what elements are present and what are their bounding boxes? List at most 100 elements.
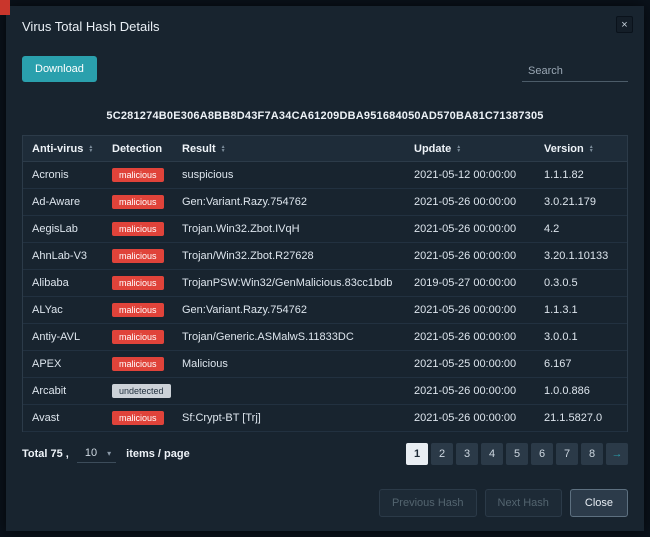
update-cell: 2021-05-25 00:00:00 — [405, 358, 535, 370]
version-cell: 1.0.0.886 — [535, 385, 627, 397]
table-row: APEXmaliciousMalicious2021-05-25 00:00:0… — [23, 351, 627, 378]
table-row: Antiy-AVL malicious Trojan/Generic.ASMalwS… — [23, 324, 627, 351]
version-cell: 1.1.3.1 — [535, 304, 627, 316]
sort-down-arrow: ▼ — [221, 149, 226, 153]
total-count-label: Total 75 , — [22, 448, 69, 460]
table-row: AlibabamaliciousTrojanPSW:Win32/GenMalic… — [23, 270, 627, 297]
table-footer: Total 75 , 10 ▾ items / page 12345678→ — [22, 443, 628, 465]
version-cell: 1.1.1.82 — [535, 169, 627, 181]
sort-icon[interactable]: ▲▼ — [88, 145, 93, 153]
detection-badge: malicious — [112, 330, 164, 344]
search-input[interactable] — [522, 61, 628, 82]
detection-badge: malicious — [112, 357, 164, 371]
download-button[interactable]: Download — [22, 56, 97, 82]
result-cell: Trojan/Win32.Zbot.R27628 — [173, 250, 405, 262]
page-button-6[interactable]: 6 — [531, 443, 553, 465]
modal-actions: Previous Hash Next Hash Close — [6, 489, 644, 531]
detection-cell: malicious — [103, 303, 173, 317]
update-cell: 2021-05-26 00:00:00 — [405, 250, 535, 262]
version-cell: 6.167 — [535, 358, 627, 370]
page-size-select[interactable]: 10 ▾ — [77, 445, 116, 463]
detection-badge: malicious — [112, 303, 164, 317]
antivirus-cell: Alibaba — [23, 277, 103, 289]
detection-badge: malicious — [112, 222, 164, 236]
virus-total-hash-details-modal: Virus Total Hash Details × Download 5C28… — [6, 6, 644, 531]
detection-badge: malicious — [112, 195, 164, 209]
version-cell: 4.2 — [535, 223, 627, 235]
update-cell: 2021-05-26 00:00:00 — [405, 412, 535, 424]
detection-badge: malicious — [112, 411, 164, 425]
close-icon[interactable]: × — [616, 16, 633, 33]
detection-cell: malicious — [103, 276, 173, 290]
antivirus-cell: Antiy-AVL — [23, 331, 103, 343]
column-header-result[interactable]: Result▲▼ — [173, 143, 405, 155]
update-cell: 2021-05-12 00:00:00 — [405, 169, 535, 181]
page-button-5[interactable]: 5 — [506, 443, 528, 465]
modal-title: Virus Total Hash Details — [22, 19, 160, 34]
table-row: AhnLab-V3maliciousTrojan/Win32.Zbot.R276… — [23, 243, 627, 270]
detection-cell: malicious — [103, 195, 173, 209]
column-header-anti-virus[interactable]: Anti-virus ▲▼ — [23, 143, 103, 155]
version-cell: 0.3.0.5 — [535, 277, 627, 289]
previous-hash-button[interactable]: Previous Hash — [379, 489, 477, 517]
detection-badge: malicious — [112, 249, 164, 263]
sort-icon[interactable]: ▲▼ — [221, 145, 226, 153]
column-header-detection: Detection — [103, 143, 173, 155]
detection-badge: undetected — [112, 384, 171, 398]
background-accent-marker — [0, 0, 10, 15]
antivirus-cell: APEX — [23, 358, 103, 370]
table-row: AegisLabmaliciousTrojan.Win32.Zbot.IVqH2… — [23, 216, 627, 243]
column-label: Update — [414, 143, 451, 155]
sort-down-arrow: ▼ — [88, 149, 93, 153]
detection-cell: malicious — [103, 168, 173, 182]
column-header-version[interactable]: Version ▲▼ — [535, 143, 627, 155]
antivirus-cell: ALYac — [23, 304, 103, 316]
detection-cell: malicious — [103, 249, 173, 263]
result-cell: suspicious — [173, 169, 405, 181]
version-cell: 21.1.5827.0 — [535, 412, 627, 424]
hash-value: 5C281274B0E306A8BB8D43F7A34CA61209DBA951… — [6, 110, 644, 122]
table-body: Acronis malicious suspicious2021-05-12 00:… — [23, 162, 627, 432]
page-button-3[interactable]: 3 — [456, 443, 478, 465]
next-hash-button[interactable]: Next Hash — [485, 489, 562, 517]
version-cell: 3.0.0.1 — [535, 331, 627, 343]
update-cell: 2021-05-26 00:00:00 — [405, 196, 535, 208]
page-size-value: 10 — [85, 447, 97, 459]
antivirus-cell: Arcabit — [23, 385, 103, 397]
next-page-button[interactable]: → — [606, 443, 628, 465]
antivirus-cell: Acronis — [23, 169, 103, 181]
result-cell: TrojanPSW:Win32/GenMalicious.83cc1bdb — [173, 277, 405, 289]
detection-cell: undetected — [103, 384, 173, 398]
sort-icon[interactable]: ▲▼ — [589, 145, 594, 153]
antivirus-results-table: Anti-virus▲▼DetectionResult▲▼Update▲▼Ver… — [22, 135, 628, 432]
column-label: Anti-virus — [32, 143, 83, 155]
detection-cell: malicious — [103, 330, 173, 344]
column-header-update[interactable]: Update ▲▼ — [405, 143, 535, 155]
antivirus-cell: Avast — [23, 412, 103, 424]
table-row: Avast malicious Sf:Crypt-BT [Trj]2021-05-2… — [23, 405, 627, 432]
page-button-4[interactable]: 4 — [481, 443, 503, 465]
sort-icon[interactable]: ▲▼ — [456, 145, 461, 153]
result-cell: Trojan.Win32.Zbot.IVqH — [173, 223, 405, 235]
chevron-down-icon: ▾ — [107, 449, 111, 458]
close-button[interactable]: Close — [570, 489, 628, 517]
result-cell: Trojan/Generic.ASMalwS.11833DC — [173, 331, 405, 343]
update-cell: 2019-05-27 00:00:00 — [405, 277, 535, 289]
antivirus-cell: Ad-Aware — [23, 196, 103, 208]
pagination: 12345678→ — [406, 443, 628, 465]
table-row: Acronis malicious suspicious2021-05-12 00:… — [23, 162, 627, 189]
result-cell: Sf:Crypt-BT [Trj] — [173, 412, 405, 424]
update-cell: 2021-05-26 00:00:00 — [405, 304, 535, 316]
page-button-8[interactable]: 8 — [581, 443, 603, 465]
detection-badge: malicious — [112, 168, 164, 182]
page-button-2[interactable]: 2 — [431, 443, 453, 465]
page-button-1[interactable]: 1 — [406, 443, 428, 465]
column-label: Version — [544, 143, 584, 155]
update-cell: 2021-05-26 00:00:00 — [405, 385, 535, 397]
antivirus-cell: AegisLab — [23, 223, 103, 235]
page-button-7[interactable]: 7 — [556, 443, 578, 465]
sort-down-arrow: ▼ — [589, 149, 594, 153]
detection-cell: malicious — [103, 222, 173, 236]
version-cell: 3.20.1.10133 — [535, 250, 627, 262]
update-cell: 2021-05-26 00:00:00 — [405, 331, 535, 343]
